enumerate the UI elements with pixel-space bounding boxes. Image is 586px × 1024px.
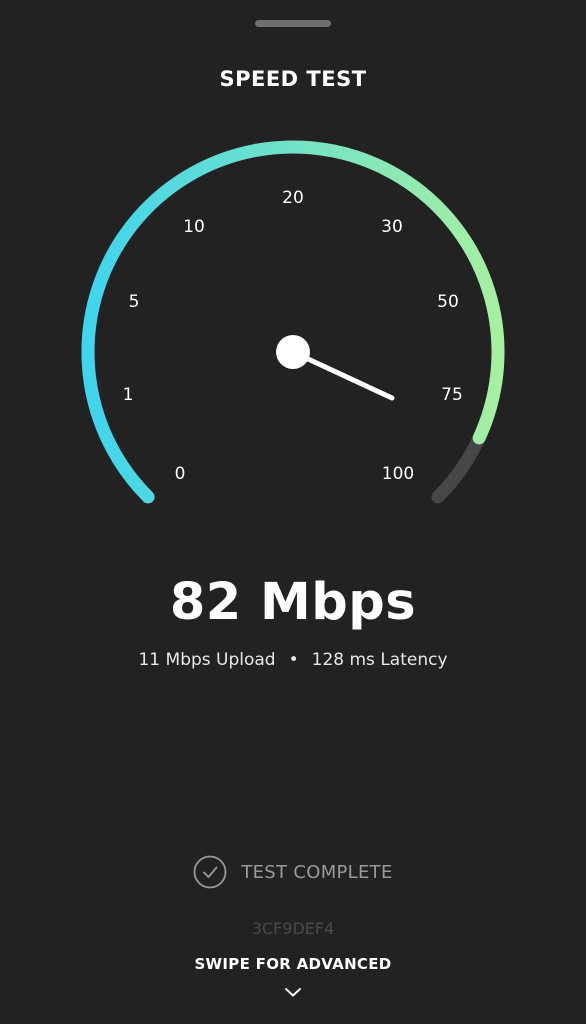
chevron-down-icon[interactable]: [284, 986, 302, 998]
download-speed: 82 Mbps: [169, 573, 417, 632]
gauge-needle-hub: [276, 335, 310, 369]
checkmark-circle-icon: [193, 855, 227, 889]
tick-label-50: 50: [437, 292, 459, 312]
tick-label-5: 5: [129, 292, 140, 312]
tick-label-10: 10: [183, 217, 205, 237]
latency: 128 ms Latency: [311, 650, 448, 670]
tick-label-100: 100: [382, 464, 414, 484]
tick-label-20: 20: [282, 188, 304, 208]
tick-label-75: 75: [441, 385, 463, 405]
swipe-for-advanced-label[interactable]: SWIPE FOR ADVANCED: [0, 955, 586, 973]
status-text: TEST COMPLETE: [241, 861, 393, 883]
upload-speed: 11 Mbps Upload: [138, 650, 276, 670]
test-id: 3CF9DEF4: [251, 919, 335, 938]
tick-label-30: 30: [381, 217, 403, 237]
separator-dot: •: [288, 650, 299, 670]
tick-label-1: 1: [123, 385, 134, 405]
speed-details: 11 Mbps Upload • 128 ms Latency: [0, 650, 586, 670]
tick-label-0: 0: [175, 464, 186, 484]
speed-gauge: 0 1 5 10 20 30 50 75 100: [81, 140, 505, 504]
test-status: TEST COMPLETE: [0, 855, 586, 889]
